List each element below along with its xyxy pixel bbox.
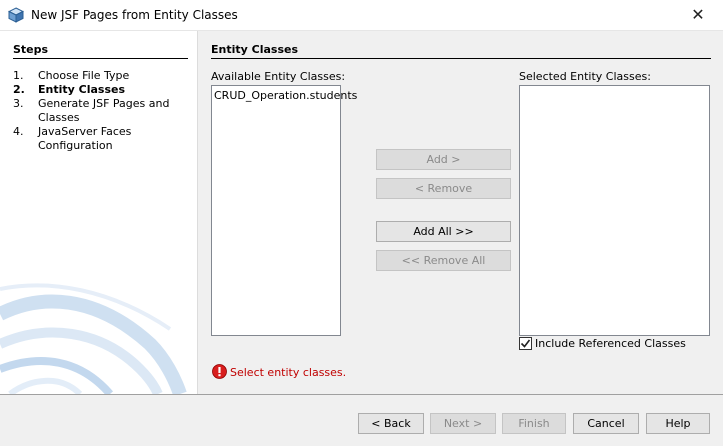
steps-divider bbox=[13, 58, 188, 59]
available-classes-label: Available Entity Classes: bbox=[211, 70, 346, 83]
next-button[interactable]: Next > bbox=[430, 413, 496, 434]
list-item[interactable]: CRUD_Operation.students bbox=[214, 89, 357, 102]
include-referenced-label[interactable]: Include Referenced Classes bbox=[535, 337, 686, 350]
step-label: JavaServer Faces bbox=[38, 125, 132, 138]
decorative-swoosh bbox=[0, 283, 187, 394]
help-button[interactable]: Help bbox=[646, 413, 710, 434]
add-all-button[interactable]: Add All >> bbox=[376, 221, 511, 242]
title-bar: New JSF Pages from Entity Classes ✕ bbox=[0, 0, 723, 31]
finish-button[interactable]: Finish bbox=[502, 413, 566, 434]
page-title: Entity Classes bbox=[211, 43, 299, 56]
step-label-continued: Classes bbox=[38, 111, 80, 124]
error-message: Select entity classes. bbox=[230, 366, 347, 379]
steps-heading: Steps bbox=[13, 43, 49, 56]
step-number: 2. bbox=[13, 83, 25, 96]
content-divider bbox=[211, 58, 711, 59]
footer-divider bbox=[0, 394, 723, 395]
step-generate-jsf-pages: 3. Generate JSF Pages and Classes bbox=[13, 97, 193, 125]
back-button[interactable]: < Back bbox=[358, 413, 424, 434]
selected-classes-list[interactable] bbox=[519, 85, 710, 336]
add-button[interactable]: Add > bbox=[376, 149, 511, 170]
selected-classes-label: Selected Entity Classes: bbox=[519, 70, 651, 83]
netbeans-cube-icon bbox=[7, 7, 25, 23]
step-label: Generate JSF Pages and bbox=[38, 97, 170, 110]
cancel-button[interactable]: Cancel bbox=[573, 413, 639, 434]
remove-all-button[interactable]: << Remove All bbox=[376, 250, 511, 271]
step-label: Entity Classes bbox=[38, 83, 126, 96]
checkmark-icon bbox=[520, 339, 531, 348]
remove-button[interactable]: < Remove bbox=[376, 178, 511, 199]
step-label-continued: Configuration bbox=[38, 139, 113, 152]
close-icon[interactable]: ✕ bbox=[686, 4, 710, 26]
include-referenced-checkbox[interactable] bbox=[519, 337, 532, 350]
error-icon bbox=[212, 364, 227, 379]
step-jsf-configuration: 4. JavaServer Faces Configuration bbox=[13, 125, 193, 153]
step-number: 3. bbox=[13, 97, 24, 110]
step-number: 1. bbox=[13, 69, 24, 82]
steps-panel: Steps 1. Choose File Type 2. Entity Clas… bbox=[0, 31, 198, 394]
step-label: Choose File Type bbox=[38, 69, 130, 82]
available-classes-list[interactable]: CRUD_Operation.students bbox=[211, 85, 357, 336]
step-number: 4. bbox=[13, 125, 24, 138]
window-title: New JSF Pages from Entity Classes bbox=[31, 8, 238, 22]
